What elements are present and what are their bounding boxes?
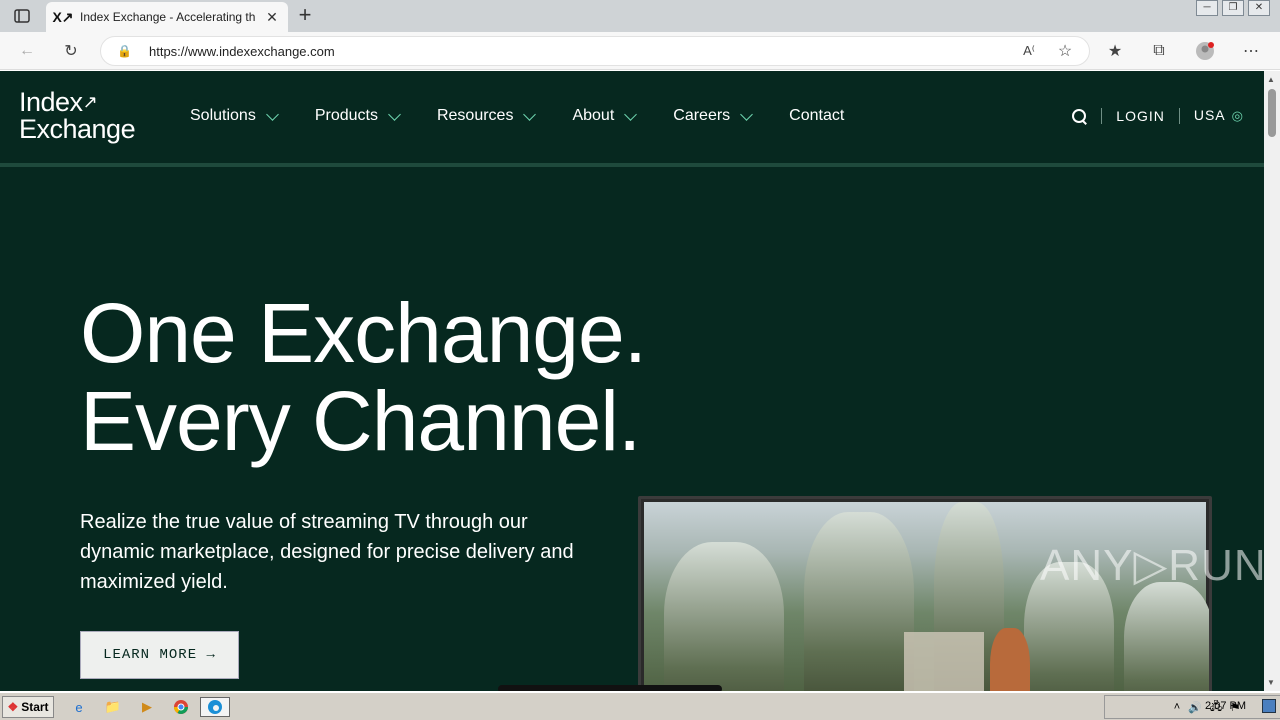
tab-title: Index Exchange - Accelerating th <box>80 10 256 24</box>
ie-icon[interactable]: e <box>68 697 90 717</box>
system-tray: ˄ 🔊 🖧 ⚑ <box>1104 695 1280 719</box>
chevron-down-icon <box>523 107 537 121</box>
chrome-icon[interactable] <box>170 697 192 717</box>
chevron-down-icon <box>740 107 754 121</box>
lock-icon: 🔒 <box>117 44 132 58</box>
region-label: USA <box>1193 107 1226 123</box>
read-aloud-icon[interactable]: A⁽ <box>1018 40 1040 62</box>
tv-stand <box>498 685 722 691</box>
scroll-down-icon[interactable]: ▼ <box>1267 678 1275 687</box>
browser-tab-active[interactable]: X↗ Index Exchange - Accelerating th ✕ <box>46 2 288 32</box>
more-options-icon[interactable]: ⋯ <box>1240 40 1262 62</box>
nav-label: About <box>572 107 615 124</box>
url-text: https://www.indexexchange.com <box>149 43 335 59</box>
chevron-down-icon <box>624 107 638 121</box>
login-link[interactable]: LOGIN <box>1116 108 1165 124</box>
logo-line1: Index <box>19 87 83 117</box>
clock[interactable]: 2:07 PM <box>1205 700 1246 712</box>
learn-more-button[interactable]: LEARN MORE → <box>80 631 239 679</box>
site-header: Index↗ Exchange Solutions Products Resou… <box>0 71 1264 167</box>
refresh-icon[interactable]: ↻ <box>60 40 82 62</box>
page-scrollbar[interactable]: ▲ ▼ <box>1264 71 1280 691</box>
screen: X↗ Index Exchange - Accelerating th ✕ + … <box>0 0 1280 720</box>
scroll-up-icon[interactable]: ▲ <box>1267 75 1275 84</box>
divider <box>1178 107 1180 124</box>
region-selector[interactable]: USA ◎ <box>1194 107 1244 124</box>
globe-icon: ◎ <box>1231 108 1244 123</box>
volume-icon[interactable]: 🔊 <box>1188 701 1202 714</box>
header-utilities: LOGIN USA ◎ <box>1071 107 1244 124</box>
tray-expand-icon[interactable]: ˄ <box>1174 701 1180 713</box>
profile-avatar-icon[interactable] <box>1194 40 1216 62</box>
start-label: Start <box>21 700 49 714</box>
web-page: Index↗ Exchange Solutions Products Resou… <box>0 71 1264 691</box>
nav-item-contact[interactable]: Contact <box>789 107 844 125</box>
media-player-icon[interactable]: ▶ <box>136 697 158 717</box>
tv-image <box>638 496 1212 691</box>
hero-title: One Exchange. Every Channel. <box>80 286 647 468</box>
close-window-button[interactable]: ✕ <box>1248 0 1270 16</box>
browser-toolbar: ← ↻ 🔒 https://www.indexexchange.com A⁽ ☆… <box>0 32 1280 70</box>
collections-icon[interactable]: ⧉ <box>1148 40 1170 62</box>
hero-title-line2: Every Channel. <box>80 374 641 468</box>
index-exchange-logo[interactable]: Index↗ Exchange <box>19 87 136 144</box>
restore-button[interactable]: ❐ <box>1222 0 1244 16</box>
back-arrow-icon[interactable]: ← <box>16 40 38 62</box>
main-nav: Solutions Products Resources About Caree… <box>190 107 882 125</box>
start-button[interactable]: ❖ Start <box>2 696 54 718</box>
tab-actions-icon[interactable] <box>12 6 32 26</box>
nav-label: Resources <box>436 107 514 124</box>
window-controls: ─ ❐ ✕ <box>1196 0 1270 16</box>
nav-label: Contact <box>789 107 845 124</box>
nav-item-products[interactable]: Products <box>314 107 401 125</box>
anyrun-watermark: ANY▷RUN <box>1040 541 1267 590</box>
show-desktop-icon[interactable] <box>1262 699 1276 713</box>
windows-taskbar: ❖ Start e 📁 ▶ ˄ 🔊 🖧 ⚑ 2:07 PM <box>0 692 1280 720</box>
windows-logo-icon: ❖ <box>7 700 19 714</box>
logo-arrow-icon: ↗ <box>82 92 98 112</box>
nav-item-about[interactable]: About <box>572 107 638 125</box>
nav-label: Careers <box>673 107 731 124</box>
nav-item-solutions[interactable]: Solutions <box>190 107 279 125</box>
edge-icon[interactable] <box>200 697 230 717</box>
divider <box>1101 107 1103 124</box>
favorites-icon[interactable]: ★ <box>1104 40 1126 62</box>
nav-item-careers[interactable]: Careers <box>673 107 754 125</box>
add-favorite-icon[interactable]: ☆ <box>1054 40 1076 62</box>
close-tab-icon[interactable]: ✕ <box>264 9 280 25</box>
tv-screen-landscape <box>644 502 1209 691</box>
chevron-down-icon <box>388 107 401 121</box>
nav-item-resources[interactable]: Resources <box>436 107 537 125</box>
hero-title-line1: One Exchange. <box>80 286 647 380</box>
new-tab-button[interactable]: + <box>294 4 316 26</box>
browser-tabbar: X↗ Index Exchange - Accelerating th ✕ + … <box>0 0 1280 32</box>
nav-label: Solutions <box>190 107 256 124</box>
folder-icon[interactable]: 📁 <box>102 697 124 717</box>
index-exchange-favicon-icon: X↗ <box>52 8 74 25</box>
scroll-thumb[interactable] <box>1268 89 1276 137</box>
minimize-button[interactable]: ─ <box>1196 0 1218 16</box>
nav-label: Products <box>314 107 378 124</box>
search-icon[interactable] <box>1071 108 1087 124</box>
logo-line2: Exchange <box>19 114 136 144</box>
chevron-down-icon <box>265 107 279 121</box>
hero-subtitle: Realize the true value of streaming TV t… <box>80 511 574 593</box>
address-bar[interactable]: 🔒 https://www.indexexchange.com <box>100 36 1090 66</box>
